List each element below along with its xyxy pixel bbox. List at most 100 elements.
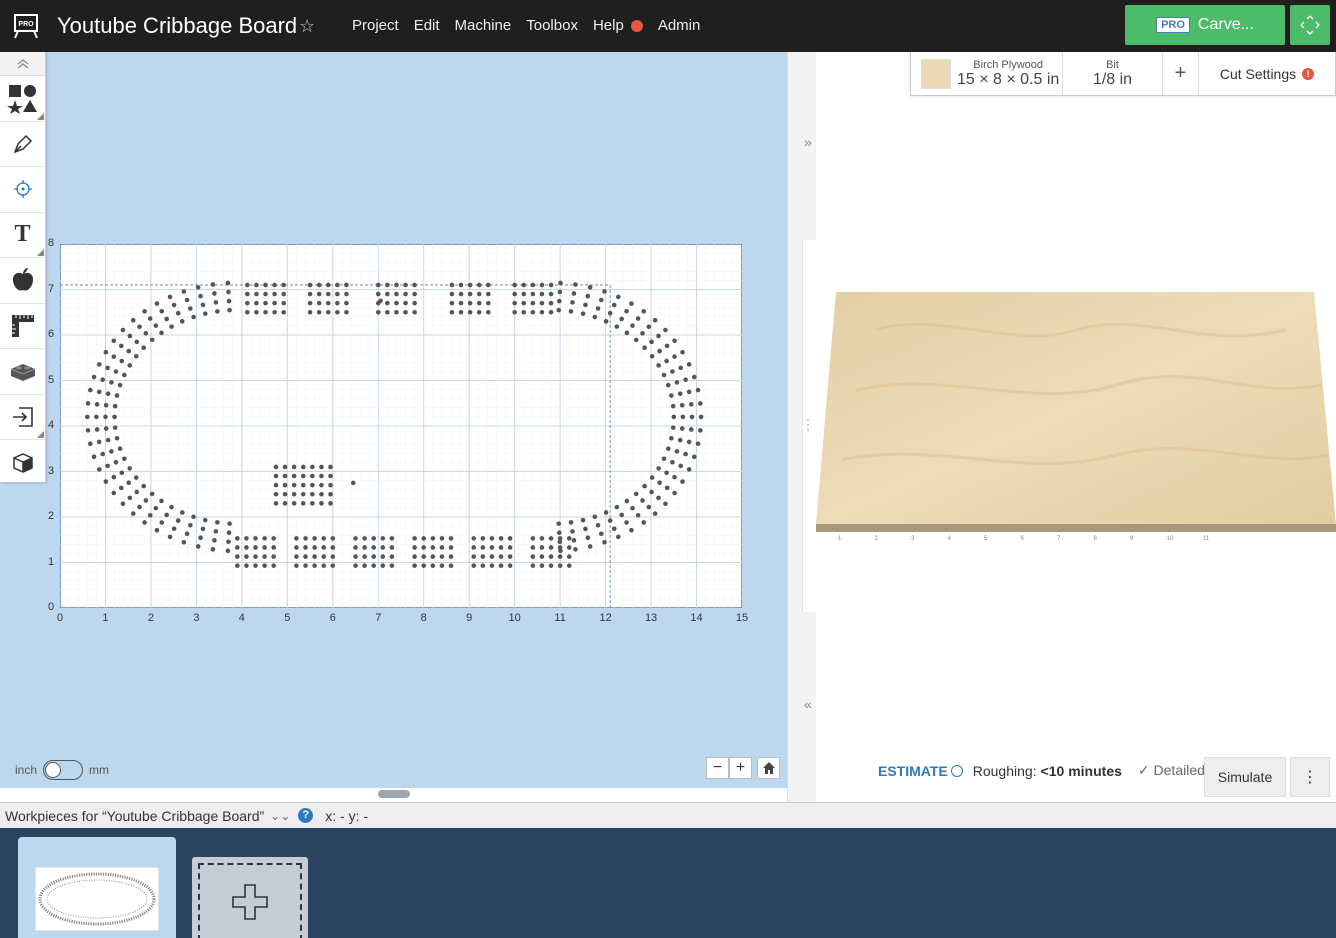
- peg-hole: [344, 309, 349, 315]
- help-icon[interactable]: ?: [298, 808, 314, 823]
- peg-hole: [244, 554, 249, 559]
- peg-hole: [303, 563, 308, 568]
- peg-hole: [389, 536, 395, 541]
- peg-hole: [213, 529, 219, 534]
- peg-hole: [319, 473, 324, 479]
- workpiece-thumbnail[interactable]: [18, 837, 176, 938]
- peg-hole: [181, 540, 187, 545]
- peg-hole: [159, 498, 164, 504]
- menu-project[interactable]: Project: [352, 17, 399, 34]
- unit-mm-label[interactable]: mm: [89, 763, 109, 777]
- collapse-preview-icon[interactable]: »: [804, 134, 812, 150]
- expand-preview-icon[interactable]: «: [804, 696, 812, 712]
- import-tool[interactable]: [0, 395, 45, 440]
- workpieces-label[interactable]: Workpieces for “Youtube Cribbage Board”: [5, 808, 264, 824]
- collapse-toolbar-button[interactable]: [0, 52, 45, 76]
- peg-hole: [362, 536, 367, 541]
- peg-hole: [330, 545, 336, 550]
- menu-toolbox[interactable]: Toolbox: [526, 17, 578, 34]
- peg-hole: [640, 331, 645, 336]
- material-name: Birch Plywood: [973, 58, 1043, 71]
- point-tool[interactable]: [0, 167, 45, 213]
- peg-hole: [141, 345, 147, 351]
- chevron-down-icon[interactable]: ⌄⌄: [270, 809, 290, 823]
- splitter-grip-icon[interactable]: · · ·: [806, 413, 810, 435]
- inventables-parts-tool[interactable]: [0, 349, 45, 395]
- pen-tool[interactable]: [0, 122, 45, 167]
- peg-hole: [200, 302, 206, 308]
- peg-hole: [674, 449, 680, 454]
- peg-hole: [619, 316, 624, 322]
- double-chevron-up-icon: [17, 58, 28, 69]
- peg-hole: [271, 536, 276, 541]
- easel-logo-icon[interactable]: PRO: [12, 12, 40, 40]
- peg-hole: [521, 291, 527, 297]
- detailed-toggle[interactable]: ✓ Detailed: [1138, 762, 1205, 779]
- peg-hole: [498, 563, 504, 568]
- peg-hole: [143, 331, 149, 336]
- unit-inch-label[interactable]: inch: [15, 763, 37, 777]
- fullscreen-button[interactable]: [1290, 5, 1330, 45]
- peg-hole: [235, 545, 240, 550]
- peg-hole: [607, 518, 613, 523]
- peg-hole: [362, 545, 367, 550]
- more-options-button[interactable]: ⋮: [1290, 757, 1330, 797]
- peg-hole: [698, 414, 704, 420]
- menu-help-label[interactable]: Help: [593, 17, 624, 34]
- peg-hole: [281, 309, 286, 315]
- peg-hole: [94, 414, 99, 420]
- peg-hole: [109, 449, 114, 454]
- ruler-tool[interactable]: [0, 304, 45, 349]
- favorite-star-icon[interactable]: ☆: [299, 16, 315, 37]
- peg-hole: [294, 554, 299, 559]
- peg-hole: [665, 382, 671, 388]
- zoom-out-button[interactable]: −: [706, 757, 729, 779]
- peg-hole: [88, 387, 93, 393]
- unit-switch[interactable]: [43, 760, 84, 780]
- peg-hole: [310, 501, 315, 506]
- text-tool[interactable]: T: [0, 213, 45, 258]
- pane-splitter[interactable]: » · · · «: [787, 52, 817, 802]
- peg-hole: [134, 489, 140, 495]
- peg-hole: [263, 309, 268, 315]
- menu-help[interactable]: Help: [593, 17, 643, 34]
- zoom-home-button[interactable]: [757, 757, 780, 779]
- workpiece-grid[interactable]: [60, 244, 742, 608]
- menu-edit[interactable]: Edit: [414, 17, 440, 34]
- peg-hole: [664, 470, 669, 476]
- menu-machine[interactable]: Machine: [455, 17, 512, 34]
- cut-settings-button[interactable]: Cut Settings !: [1199, 52, 1335, 95]
- wood-board-preview[interactable]: 1 2 3 4 5 6 7 8 9 10 11: [816, 290, 1336, 550]
- peg-hole: [85, 401, 91, 406]
- y-tick-label: 5: [48, 373, 55, 386]
- project-title[interactable]: Youtube Cribbage Board: [57, 13, 297, 39]
- add-bit-button[interactable]: +: [1163, 52, 1199, 95]
- x-tick-label: 0: [56, 612, 64, 624]
- menu-admin[interactable]: Admin: [658, 17, 701, 34]
- shapes-tool[interactable]: [0, 76, 45, 122]
- peg-hole: [316, 300, 322, 306]
- material-swatch: [921, 58, 951, 89]
- 3d-tool[interactable]: [0, 440, 45, 486]
- peg-hole: [602, 289, 607, 294]
- horizontal-scrollbar[interactable]: [378, 790, 410, 798]
- material-selector[interactable]: Birch Plywood 15 × 8 × 0.5 in: [911, 52, 1063, 95]
- peg-hole: [530, 309, 536, 315]
- peg-hole: [273, 482, 279, 488]
- bit-selector[interactable]: Bit 1/8 in: [1063, 52, 1163, 95]
- peg-hole: [573, 282, 578, 287]
- zoom-in-button[interactable]: +: [729, 757, 752, 779]
- peg-hole: [291, 482, 297, 488]
- peg-hole: [471, 545, 477, 550]
- peg-hole: [583, 526, 588, 532]
- peg-hole: [103, 426, 109, 431]
- peg-hole: [119, 358, 125, 364]
- ruler-icon: [11, 314, 34, 337]
- apps-tool[interactable]: [0, 258, 45, 304]
- peg-hole: [403, 300, 408, 306]
- add-workpiece-button[interactable]: [192, 857, 308, 938]
- import-tool-expand-indicator: [37, 431, 44, 438]
- simulate-button[interactable]: Simulate: [1204, 757, 1286, 797]
- carve-button[interactable]: PRO Carve...: [1125, 5, 1285, 45]
- estimate-label[interactable]: ESTIMATE: [878, 763, 948, 779]
